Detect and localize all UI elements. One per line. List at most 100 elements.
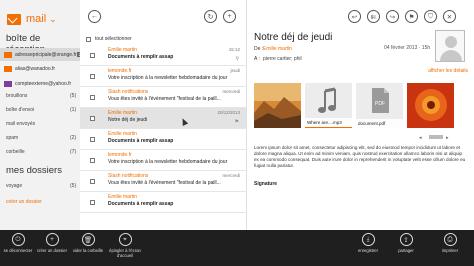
- email-subject: Notre déj de jeudi: [254, 32, 333, 43]
- attachment-photo[interactable]: [254, 83, 301, 128]
- message-row[interactable]: lemonde.fr Votre inscription à la newsle…: [80, 150, 246, 171]
- account-address: compteexterne@yahoo.fr: [15, 80, 72, 87]
- account-icon: [4, 51, 12, 58]
- reply-all-icon[interactable]: ⇇: [367, 10, 380, 23]
- recipient-names[interactable]: pierre cartier; phil: [263, 56, 302, 62]
- spam-shield-icon[interactable]: ⛉: [424, 10, 437, 23]
- scroll-right-icon[interactable]: ▸: [446, 135, 449, 141]
- empty-trash-button[interactable]: 🗑 vider la corbeille: [70, 233, 106, 253]
- button-label: partager: [398, 248, 414, 253]
- logout-button[interactable]: ⏻ se déconnecter: [0, 233, 36, 253]
- flower-photo-icon: [407, 83, 454, 128]
- reply-icon[interactable]: ↩: [348, 10, 361, 23]
- app-bar: ⏻ se déconnecter + créer un dossier 🗑 vi…: [0, 230, 474, 266]
- message-sender: lemonde.fr: [108, 68, 132, 74]
- save-button[interactable]: ⤓ enregistrer: [350, 233, 386, 253]
- folder-sent[interactable]: mail envoyés: [6, 121, 35, 127]
- message-date: 20/12/2013: [217, 110, 240, 115]
- attachment-pdf[interactable]: PDF document.pdf: [356, 83, 403, 128]
- message-subject: Votre inscription à la newsletter hebdom…: [108, 159, 228, 165]
- pin-to-start-button[interactable]: ⌖ épingler à l'écran d'accueil: [107, 233, 143, 258]
- chevron-down-icon[interactable]: ⌄: [49, 14, 57, 25]
- row-checkbox[interactable]: [90, 200, 95, 205]
- account-item-alias[interactable]: alias@wanadoo.fr: [0, 62, 80, 75]
- mail-logo-icon: [7, 13, 21, 25]
- row-checkbox[interactable]: [90, 74, 95, 79]
- scroll-left-icon[interactable]: ◂: [419, 135, 422, 141]
- message-row[interactable]: Slash notifications mercredi Vous êtes i…: [80, 171, 246, 192]
- show-details-link[interactable]: afficher les détails: [428, 68, 468, 74]
- folder-drafts[interactable]: brouillons (5): [6, 93, 76, 99]
- flag-icon[interactable]: ⚑: [405, 10, 418, 23]
- select-all-checkbox[interactable]: tout sélectionner: [86, 36, 132, 42]
- message-row[interactable]: Emilie martin Documents à remplir assap: [80, 192, 246, 213]
- folder-outbox[interactable]: boîte d'envoi (1): [6, 107, 76, 113]
- create-folder-button[interactable]: + créer un dossier: [34, 233, 70, 253]
- attachment-icon: ⚲: [235, 56, 239, 62]
- message-date: mercredi: [222, 173, 240, 178]
- svg-text:PDF: PDF: [375, 101, 385, 107]
- account-address: adressepricipale@orange.fr: [15, 51, 77, 58]
- folder-label: brouillons: [6, 93, 28, 99]
- folder-label: voyage: [6, 183, 23, 189]
- attachment-flower-photo[interactable]: [407, 83, 454, 128]
- print-button[interactable]: ⎙ imprimer: [432, 233, 468, 253]
- message-list-pane: ← ↻ + tout sélectionner Emilie martin 15…: [80, 0, 246, 230]
- message-date: 15:12: [228, 47, 240, 52]
- email-signature: Signature: [254, 181, 278, 187]
- message-sender: Emilie martin: [108, 131, 137, 137]
- button-label: imprimer: [441, 248, 459, 253]
- folder-count: (5): [70, 183, 77, 189]
- message-row[interactable]: lemonde.fr jeudi Votre inscription à la …: [80, 66, 246, 87]
- from-label: De :: [254, 46, 264, 52]
- flag-icon[interactable]: ⚑: [235, 119, 239, 125]
- button-label: vider la corbeille: [72, 248, 104, 253]
- row-checkbox[interactable]: [90, 53, 95, 58]
- account-item-external[interactable]: compteexterne@yahoo.fr: [0, 77, 80, 90]
- create-folder-link[interactable]: créer un dossier: [6, 199, 42, 205]
- share-button[interactable]: ⇪ partager: [388, 233, 424, 253]
- message-row[interactable]: Emilie martin Documents à remplir assap: [80, 129, 246, 150]
- message-row[interactable]: Emilie martin 15:12 Documents à remplir …: [80, 45, 246, 66]
- row-checkbox[interactable]: [90, 179, 95, 184]
- message-subject: Vous êtes invité à l'événement "festival…: [108, 96, 221, 102]
- message-row-selected[interactable]: Emilie martin 20/12/2013 Notre déj de je…: [80, 108, 246, 129]
- row-checkbox[interactable]: [90, 137, 95, 142]
- refresh-icon[interactable]: ↻: [204, 10, 217, 23]
- folder-count: (1): [70, 107, 77, 113]
- empty-trash-icon: 🗑: [81, 233, 95, 246]
- attachment-audio[interactable]: Where are....mp3: [305, 83, 352, 128]
- attachment-name: Where are....mp3: [305, 118, 352, 127]
- button-label: créer un dossier: [36, 248, 68, 253]
- save-icon: ⤓: [361, 233, 375, 246]
- account-icon: [4, 65, 12, 72]
- new-message-icon[interactable]: +: [223, 10, 236, 23]
- folder-trash[interactable]: corbeille (7): [6, 149, 76, 155]
- checkbox[interactable]: [86, 36, 91, 42]
- row-checkbox[interactable]: [90, 116, 95, 121]
- sender-name[interactable]: Emilie martin: [263, 46, 292, 52]
- message-row[interactable]: Slash notifications mercredi Vous êtes i…: [80, 87, 246, 108]
- new-folder-icon: +: [45, 233, 59, 246]
- message-sender: Slash notifications: [108, 89, 149, 95]
- delete-icon[interactable]: ✕: [443, 10, 456, 23]
- account-item-primary[interactable]: adressepricipale@orange.fr 2: [0, 48, 80, 61]
- row-checkbox[interactable]: [90, 158, 95, 163]
- attachments-scrollbar[interactable]: [429, 135, 443, 139]
- message-subject: Documents à remplir assap: [108, 138, 174, 144]
- folder-count: (5): [70, 93, 77, 99]
- email-date: 04 février 2013 · 15h: [384, 45, 431, 51]
- share-icon: ⇪: [399, 233, 413, 246]
- avatar-head: [445, 36, 457, 48]
- folder-voyage[interactable]: voyage (5): [6, 183, 76, 189]
- message-subject: Documents à remplir assap: [108, 54, 174, 60]
- row-checkbox[interactable]: [90, 95, 95, 100]
- print-icon: ⎙: [443, 233, 457, 246]
- folder-count: (7): [70, 149, 77, 155]
- back-icon[interactable]: ←: [88, 10, 101, 23]
- message-subject: Notre déj de jeudi: [108, 117, 148, 123]
- landscape-photo-icon: [254, 83, 301, 128]
- account-address: alias@wanadoo.fr: [15, 65, 56, 72]
- forward-icon[interactable]: ↪: [386, 10, 399, 23]
- folder-spam[interactable]: spam (2): [6, 135, 76, 141]
